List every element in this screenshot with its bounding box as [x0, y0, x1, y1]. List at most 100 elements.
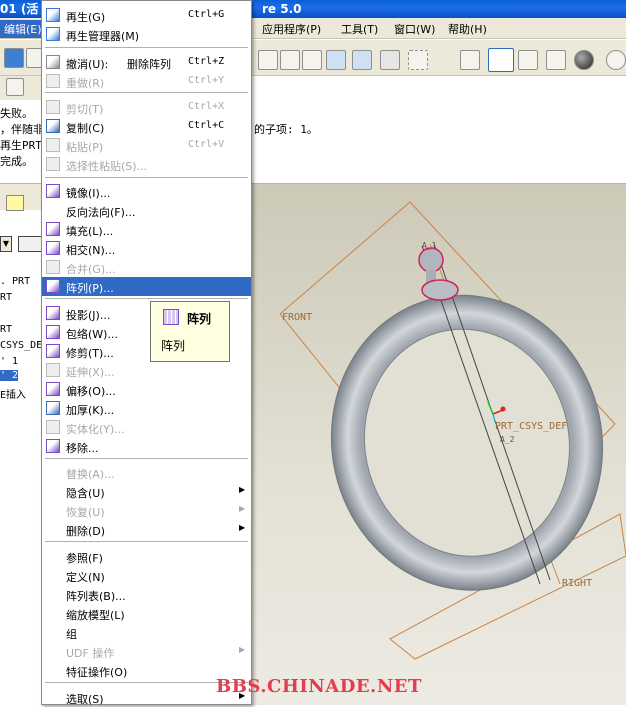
- settings-button[interactable]: [18, 236, 42, 252]
- menu-item-mirror[interactable]: 镜像(I)...: [42, 182, 251, 201]
- menu-item-fill[interactable]: 填充(L)...: [42, 220, 251, 239]
- menu-window[interactable]: 窗口(W): [394, 21, 435, 37]
- tree-item-insert-here[interactable]: E插入: [0, 386, 26, 401]
- datum-plane-display-icon[interactable]: [460, 50, 480, 70]
- menu-item-shortcut: Ctrl+C: [188, 120, 225, 131]
- folder-tab-icon[interactable]: [6, 195, 24, 211]
- solidify-icon: [46, 420, 60, 434]
- menu-item-label: 选择性粘贴(S)...: [66, 160, 148, 173]
- intersect-icon: [46, 241, 60, 255]
- menu-item-label: 粘贴(P): [66, 141, 104, 154]
- menu-item-references[interactable]: 参照(F): [42, 547, 251, 566]
- menu-item-resume[interactable]: 恢复(U) ▶: [42, 501, 251, 520]
- watermark: BBS.CHINADE.NET: [216, 676, 422, 697]
- menu-item-cut[interactable]: 剪切(T) Ctrl+X: [42, 98, 251, 117]
- tree-item[interactable]: . PRT: [0, 276, 30, 287]
- menu-item-label: 特征操作(O): [66, 666, 128, 679]
- right-label: RIGHT: [562, 578, 592, 589]
- menu-item-pattern[interactable]: 阵列(P)...: [42, 277, 251, 296]
- datum-axis-display-icon[interactable]: [488, 48, 514, 72]
- menu-item-remove[interactable]: 移除...: [42, 437, 251, 456]
- menu-help[interactable]: 帮助(H): [448, 21, 487, 37]
- menu-item-pattern-table[interactable]: 阵列表(B)...: [42, 585, 251, 604]
- tree-item[interactable]: RT: [0, 292, 12, 303]
- submenu-arrow-icon: ▶: [239, 645, 246, 654]
- paste-toolbar-icon[interactable]: [258, 50, 278, 70]
- box-icon[interactable]: [6, 78, 24, 96]
- menu-item-shortcut: Ctrl+V: [188, 139, 225, 150]
- menu-item-intersect[interactable]: 相交(N)...: [42, 239, 251, 258]
- csys-display-icon[interactable]: [546, 50, 566, 70]
- graphics-viewport[interactable]: FRONT PRT_CSYS_DEF RIGHT A_1 A_2: [250, 184, 626, 705]
- menu-item-label: 参照(F): [66, 552, 103, 565]
- regen-manager-toolbar-icon[interactable]: [352, 50, 372, 70]
- menu-item-scale-model[interactable]: 缩放模型(L): [42, 604, 251, 623]
- menu-item-reverse-normal[interactable]: 反向法向(F)...: [42, 201, 251, 220]
- regen-manager-icon: [46, 27, 60, 41]
- menu-item-label: 缩放模型(L): [66, 609, 125, 622]
- menu-item-label: 相交(N)...: [66, 244, 116, 257]
- menu-item-delete[interactable]: 删除(D) ▶: [42, 520, 251, 539]
- axis-a2-label: A_2: [500, 435, 515, 444]
- menu-separator: [45, 541, 248, 542]
- menu-edit[interactable]: 编辑(E): [0, 20, 46, 38]
- thicken-icon: [46, 401, 60, 415]
- menu-item-label: 组: [66, 628, 77, 641]
- menu-applications[interactable]: 应用程序(P): [262, 21, 321, 37]
- chevron-down-icon[interactable]: ▼: [0, 236, 12, 252]
- paste-special-toolbar-icon[interactable]: [302, 50, 322, 70]
- menu-item-label: 阵列表(B)...: [66, 590, 126, 603]
- tree-item[interactable]: RT: [0, 324, 12, 335]
- menu-item-paste-special[interactable]: 选择性粘贴(S)...: [42, 155, 251, 174]
- axis-a1-label: A_1: [422, 241, 437, 250]
- menu-item-paste[interactable]: 粘贴(P) Ctrl+V: [42, 136, 251, 155]
- menu-item-undo[interactable]: 撤消(U): 删除阵列 Ctrl+Z: [42, 53, 251, 72]
- menu-item-suppress[interactable]: 隐含(U) ▶: [42, 482, 251, 501]
- menu-item-solidify[interactable]: 实体化(Y)...: [42, 418, 251, 437]
- menu-item-regen-manager[interactable]: 再生管理器(M): [42, 25, 251, 44]
- tree-item-selected[interactable]: ' 2: [0, 370, 19, 381]
- menu-item-replace[interactable]: 替换(A)...: [42, 463, 251, 482]
- tree-item[interactable]: CSYS_DE: [0, 340, 42, 351]
- menu-tools[interactable]: 工具(T): [341, 21, 378, 37]
- model-graphics: FRONT PRT_CSYS_DEF RIGHT A_1 A_2: [279, 201, 626, 660]
- find-icon[interactable]: [380, 50, 400, 70]
- menu-item-udf-actions[interactable]: UDF 操作 ▶: [42, 642, 251, 661]
- extend-icon: [46, 363, 60, 377]
- regenerate-toolbar-icon[interactable]: [326, 50, 346, 70]
- menu-item-label: 剪切(T): [66, 103, 104, 116]
- spin-center-icon[interactable]: [606, 50, 626, 70]
- menu-item-label: 删除(D): [66, 525, 106, 538]
- menu-item-undo-detail: 删除阵列: [127, 58, 171, 71]
- menu-item-merge[interactable]: 合并(G)...: [42, 258, 251, 277]
- menu-item-label: 合并(G)...: [66, 263, 116, 276]
- menu-item-redo[interactable]: 重做(R) Ctrl+Y: [42, 72, 251, 91]
- menu-item-label: 修剪(T)...: [66, 347, 114, 360]
- menu-item-thicken[interactable]: 加厚(K)...: [42, 399, 251, 418]
- message-line-2: ，伴随非: [0, 123, 44, 136]
- menu-item-shortcut: Ctrl+G: [188, 9, 225, 20]
- menu-separator: [45, 458, 248, 459]
- menu-item-group[interactable]: 组: [42, 623, 251, 642]
- menu-item-copy[interactable]: 复制(C) Ctrl+C: [42, 117, 251, 136]
- select-box-icon[interactable]: [408, 50, 428, 70]
- tooltip-description: 阵列: [161, 339, 186, 353]
- menu-item-label: 镜像(I)...: [66, 187, 111, 200]
- menu-item-label: 恢复(U): [66, 506, 105, 519]
- menu-item-label: 延伸(X)...: [66, 366, 115, 379]
- menu-item-offset[interactable]: 偏移(O)...: [42, 380, 251, 399]
- window-title-right: re 5.0: [262, 2, 302, 16]
- pattern-icon: [163, 309, 179, 325]
- menu-item-regenerate[interactable]: 再生(G) Ctrl+G: [42, 6, 251, 25]
- navigator-tabs: [0, 184, 42, 211]
- shading-icon[interactable]: [574, 50, 594, 70]
- save-icon[interactable]: [4, 48, 24, 68]
- tree-item[interactable]: ' 1: [0, 356, 18, 367]
- copy-toolbar-icon[interactable]: [280, 50, 300, 70]
- menu-item-label: 移除...: [66, 442, 99, 455]
- datum-point-display-icon[interactable]: [518, 50, 538, 70]
- menu-item-extend[interactable]: 延伸(X)...: [42, 361, 251, 380]
- menu-separator: [45, 177, 248, 178]
- menu-item-definition[interactable]: 定义(N): [42, 566, 251, 585]
- model-tree-panel: ▼ . PRT RT RT CSYS_DE ' 1 ' 2 E插入: [0, 184, 42, 705]
